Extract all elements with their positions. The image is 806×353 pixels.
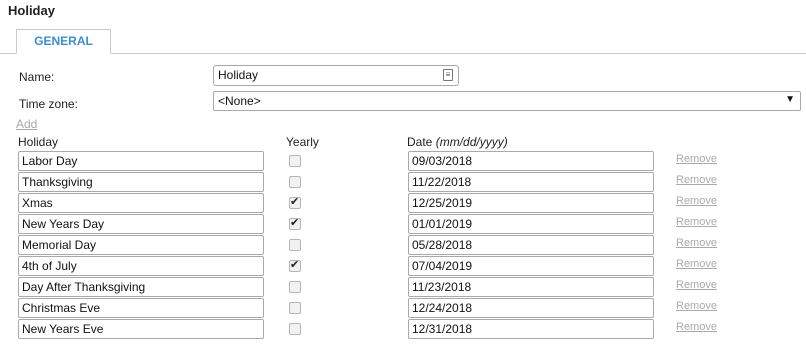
table-row: Day After Thanksgiving 11/23/2018 Remove: [0, 277, 806, 298]
holiday-date-input[interactable]: 05/28/2018: [408, 235, 654, 255]
yearly-checkbox[interactable]: [289, 216, 301, 230]
tab-general[interactable]: GENERAL: [16, 29, 111, 54]
contact-card-icon[interactable]: ≡: [443, 69, 453, 81]
timezone-value: <None>: [218, 94, 261, 108]
holiday-date-input[interactable]: 12/25/2019: [408, 193, 654, 213]
holiday-name-input[interactable]: Christmas Eve: [18, 298, 264, 318]
table-row: Thanksgiving 11/22/2018 Remove: [0, 172, 806, 193]
holiday-name-input[interactable]: Memorial Day: [18, 235, 264, 255]
timezone-select[interactable]: <None> ▼: [213, 91, 801, 111]
tab-bar-divider: [0, 53, 806, 54]
remove-link[interactable]: Remove: [676, 321, 717, 333]
holiday-date-input[interactable]: 12/24/2018: [408, 298, 654, 318]
holiday-date-input[interactable]: 09/03/2018: [408, 151, 654, 171]
yearly-checkbox[interactable]: [289, 281, 301, 293]
yearly-checkbox[interactable]: [289, 258, 301, 272]
holiday-name-input[interactable]: New Years Eve: [18, 319, 264, 339]
table-row: New Years Day 01/01/2019 Remove: [0, 214, 806, 235]
holiday-name-input[interactable]: 4th of July: [18, 256, 264, 276]
name-label: Name:: [19, 70, 55, 84]
add-holiday-link[interactable]: Add: [16, 117, 37, 131]
holiday-date-input[interactable]: 12/31/2018: [408, 319, 654, 339]
yearly-checkbox[interactable]: [289, 195, 301, 209]
remove-link[interactable]: Remove: [676, 237, 717, 249]
remove-link[interactable]: Remove: [676, 216, 717, 228]
remove-link[interactable]: Remove: [676, 300, 717, 312]
remove-link[interactable]: Remove: [676, 195, 717, 207]
name-field[interactable]: Holiday ≡: [213, 65, 459, 86]
timezone-label: Time zone:: [19, 97, 78, 111]
date-format-hint: (mm/dd/yyyy): [435, 135, 508, 149]
holiday-name-input[interactable]: Xmas: [18, 193, 264, 213]
yearly-checkbox[interactable]: [289, 176, 301, 188]
page-title: Holiday: [8, 3, 55, 18]
column-header-holiday: Holiday: [18, 135, 59, 149]
holiday-name-input[interactable]: New Years Day: [18, 214, 264, 234]
holiday-date-input[interactable]: 11/22/2018: [408, 172, 654, 192]
yearly-checkbox[interactable]: [289, 302, 301, 314]
holiday-name-input[interactable]: Day After Thanksgiving: [18, 277, 264, 297]
table-row: 4th of July 07/04/2019 Remove: [0, 256, 806, 277]
yearly-checkbox[interactable]: [289, 323, 301, 335]
holiday-date-input[interactable]: 07/04/2019: [408, 256, 654, 276]
yearly-checkbox[interactable]: [289, 239, 301, 251]
remove-link[interactable]: Remove: [676, 153, 717, 165]
table-row: New Years Eve 12/31/2018 Remove: [0, 319, 806, 340]
holiday-date-input[interactable]: 01/01/2019: [408, 214, 654, 234]
table-row: Xmas 12/25/2019 Remove: [0, 193, 806, 214]
table-row: Christmas Eve 12/24/2018 Remove: [0, 298, 806, 319]
remove-link[interactable]: Remove: [676, 279, 717, 291]
yearly-checkbox[interactable]: [289, 155, 301, 167]
column-header-date: Date (mm/dd/yyyy): [407, 135, 508, 149]
holiday-name-input[interactable]: Labor Day: [18, 151, 264, 171]
remove-link[interactable]: Remove: [676, 174, 717, 186]
table-row: Memorial Day 05/28/2018 Remove: [0, 235, 806, 256]
column-header-yearly: Yearly: [286, 135, 319, 149]
holiday-date-input[interactable]: 11/23/2018: [408, 277, 654, 297]
name-value: Holiday: [218, 68, 259, 82]
holiday-name-input[interactable]: Thanksgiving: [18, 172, 264, 192]
date-header-label: Date: [407, 135, 433, 149]
table-row: Labor Day 09/03/2018 Remove: [0, 151, 806, 172]
remove-link[interactable]: Remove: [676, 258, 717, 270]
dropdown-arrow-icon: ▼: [785, 94, 795, 105]
